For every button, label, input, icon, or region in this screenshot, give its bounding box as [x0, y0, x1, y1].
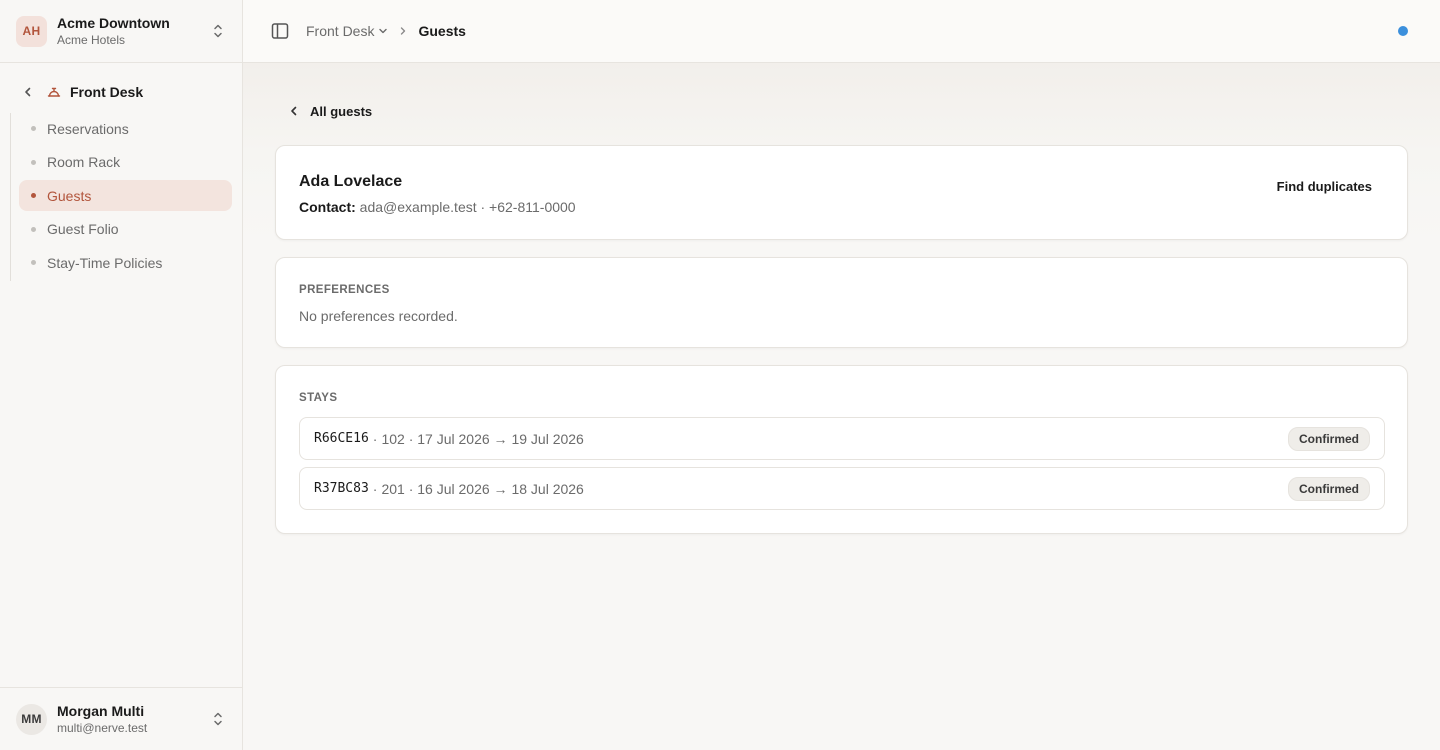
back-to-all-guests-link[interactable]: All guests — [288, 101, 372, 121]
status-dot — [1398, 26, 1408, 36]
stay-code: R37BC83 — [314, 481, 369, 496]
user-text: Morgan Multi multi@nerve.test — [57, 703, 210, 736]
concierge-bell-icon — [47, 87, 61, 97]
org-text: Acme Downtown Acme Hotels — [57, 15, 210, 48]
org-avatar: AH — [16, 15, 47, 47]
user-name: Morgan Multi — [57, 702, 145, 719]
org-subtitle: Acme Hotels — [57, 32, 126, 47]
stay-row[interactable]: R66CE16 · 102 · 17 Jul 2026 → 19 Jul 202… — [299, 417, 1385, 460]
sidebar-item-label: Room Rack — [47, 154, 121, 170]
breadcrumb-parent[interactable]: Front Desk — [306, 23, 388, 39]
preferences-empty-text: No preferences recorded. — [299, 308, 458, 324]
chevron-left-icon — [25, 87, 31, 97]
sidebar-item-guests[interactable]: Guests — [19, 180, 232, 211]
org-name: Acme Downtown — [57, 14, 170, 31]
sidebar-item-room-rack[interactable]: Room Rack — [19, 147, 232, 178]
chevron-up-down-icon — [214, 712, 222, 726]
back-link-label: All guests — [310, 103, 373, 119]
sidebar-item-guest-folio[interactable]: Guest Folio — [19, 214, 232, 245]
sidebar-item-reservations[interactable]: Reservations — [19, 113, 232, 144]
contact-label: Contact: — [299, 199, 356, 215]
sidebar-item-label: Guest Folio — [47, 221, 119, 237]
stay-separator: · — [372, 480, 378, 497]
stay-code: R66CE16 — [314, 431, 369, 446]
guest-name: Ada Lovelace — [299, 173, 403, 190]
breadcrumb: Front Desk Guests — [306, 23, 466, 39]
breadcrumb-parent-label: Front Desk — [306, 23, 375, 39]
stays-card: STAYS R66CE16 · 102 · 17 Jul 2026 → 19 J… — [275, 365, 1408, 534]
nav-section-back[interactable]: Front Desk — [22, 80, 143, 104]
contact-value: ada@example.test · +62-811-0000 — [359, 199, 576, 215]
user-menu[interactable]: MM Morgan Multi multi@nerve.test — [0, 687, 242, 750]
status-badge: Confirmed — [1288, 476, 1370, 501]
org-switcher[interactable]: AH Acme Downtown Acme Hotels — [0, 0, 242, 63]
nav-dot — [31, 226, 36, 232]
status-badge: Confirmed — [1288, 426, 1370, 451]
stay-separator: · — [372, 430, 378, 447]
avatar: MM — [16, 703, 47, 735]
guest-contact: Contact: ada@example.test · +62-811-0000 — [299, 199, 576, 215]
main-content: All guests Ada Lovelace Contact: ada@exa… — [243, 63, 1440, 750]
chevron-left-icon — [291, 106, 297, 116]
breadcrumb-current: Guests — [418, 23, 466, 39]
chevron-up-down-icon — [214, 24, 222, 38]
nav-dot — [31, 260, 36, 265]
sidebar-item-label: Guests — [47, 187, 92, 204]
sidebar-item-label: Reservations — [47, 120, 129, 137]
stays-title: STAYS — [299, 392, 338, 404]
sidebar: AH Acme Downtown Acme Hotels Front Desk … — [0, 0, 243, 750]
sidebar-nav: Reservations Room Rack Guests Guest Foli… — [10, 113, 232, 281]
panel-left-icon[interactable] — [270, 21, 290, 41]
stay-row[interactable]: R37BC83 · 201 · 16 Jul 2026 → 18 Jul 202… — [299, 467, 1385, 510]
stay-detail: 102 · 17 Jul 2026 → 19 Jul 2026 — [381, 430, 584, 447]
stay-detail: 201 · 16 Jul 2026 → 18 Jul 2026 — [381, 480, 584, 497]
chevron-down-icon — [379, 28, 388, 34]
preferences-card: PREFERENCES No preferences recorded. — [275, 257, 1408, 348]
sidebar-item-stay-time-policies[interactable]: Stay-Time Policies — [19, 247, 232, 278]
nav-section-title: Front Desk — [70, 84, 144, 100]
nav-dot — [31, 126, 36, 131]
sidebar-item-label: Stay-Time Policies — [47, 254, 163, 271]
topbar: Front Desk Guests — [243, 0, 1440, 63]
nav-dot — [31, 193, 36, 198]
find-duplicates-button[interactable]: Find duplicates — [1277, 179, 1372, 194]
chevron-right-icon — [401, 27, 406, 35]
nav-dot — [31, 159, 36, 165]
preferences-title: PREFERENCES — [299, 284, 390, 296]
user-email: multi@nerve.test — [57, 720, 148, 735]
guest-card: Ada Lovelace Contact: ada@example.test ·… — [275, 145, 1408, 240]
